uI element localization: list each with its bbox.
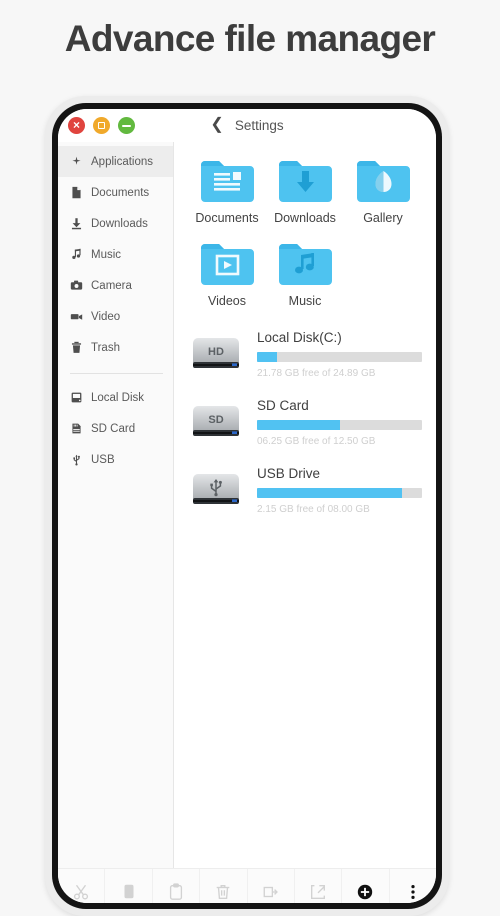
usb-drive-icon — [188, 469, 244, 513]
document-icon — [70, 186, 83, 199]
rename-button[interactable]: Rename — [248, 869, 295, 903]
drive-row[interactable]: HD Local Disk(C:) 21.78 GB free of 24.89… — [188, 330, 422, 379]
hard-disk-icon — [70, 391, 83, 404]
folder-grid: Documents Downloads Gallery Videos Music — [188, 158, 422, 308]
drive-name: Local Disk(C:) — [257, 330, 342, 345]
drive-name: USB Drive — [257, 466, 321, 481]
download-icon — [70, 217, 83, 230]
sidebar-divider — [70, 373, 163, 374]
folder-documents-icon — [199, 158, 256, 204]
more-dots-icon — [404, 882, 422, 902]
maximize-window-button[interactable] — [93, 117, 110, 134]
phone-screen: × ❮ Settings Applications Documents Down… — [58, 109, 436, 903]
main-content: Documents Downloads Gallery Videos Music… — [174, 142, 436, 868]
sidebar-item-label: Applications — [91, 155, 154, 168]
sd-drive-icon: SD — [188, 401, 244, 445]
paste-icon — [167, 882, 185, 902]
sidebar-item-video[interactable]: Video — [58, 301, 173, 332]
folder-label: Gallery — [363, 211, 403, 225]
folder-label: Music — [288, 294, 322, 308]
traffic-light-group: × — [68, 117, 135, 134]
drive-row[interactable]: USB Drive 2.15 GB free of 08.00 GB — [188, 466, 422, 515]
folder-music-icon — [277, 241, 334, 287]
drive-free-text: 06.25 GB free of 12.50 GB — [257, 436, 376, 447]
storage-progress-fill — [257, 488, 403, 498]
window-titlebar: × ❮ Settings — [58, 109, 436, 142]
folder-item-downloads[interactable]: Downloads — [266, 158, 344, 225]
sidebar-item-label: Video — [91, 310, 121, 323]
share-icon — [309, 882, 327, 902]
music-note-icon — [70, 248, 83, 261]
folder-label: Videos — [208, 294, 246, 308]
sidebar-item-label: Camera — [91, 279, 132, 292]
sidebar-item-sd-card[interactable]: SD Card — [58, 413, 173, 444]
folder-item-music[interactable]: Music — [266, 241, 344, 308]
camera-icon — [70, 279, 83, 292]
new-folder-button[interactable]: NewFolder — [342, 869, 390, 903]
drive-name: SD Card — [257, 398, 309, 413]
paste-button[interactable]: Paste — [153, 869, 201, 903]
drive-info: USB Drive 2.15 GB free of 08.00 GB — [257, 466, 422, 515]
chevron-left-icon[interactable]: ❮ — [210, 117, 223, 133]
folder-item-documents[interactable]: Documents — [188, 158, 266, 225]
folder-downloads-icon — [277, 158, 334, 204]
video-camera-icon — [70, 310, 83, 323]
copy-icon — [120, 882, 138, 902]
page-title: Advance file manager — [64, 18, 436, 59]
sidebar-item-label: Documents — [91, 186, 150, 199]
copy-button[interactable]: Copy — [105, 869, 153, 903]
sidebar-item-label: Music — [91, 248, 122, 261]
folder-gallery-icon — [355, 158, 412, 204]
trash-icon — [70, 341, 83, 354]
sidebar-item-applications[interactable]: Applications — [58, 146, 173, 177]
drive-info: SD Card 06.25 GB free of 12.50 GB — [257, 398, 422, 447]
storage-progress-bar — [257, 420, 422, 430]
sidebar-item-label: SD Card — [91, 422, 136, 435]
drive-info: Local Disk(C:) 21.78 GB free of 24.89 GB — [257, 330, 422, 379]
storage-progress-bar — [257, 488, 422, 498]
sidebar-item-label: Local Disk — [91, 391, 145, 404]
app-body: Applications Documents Downloads Music C… — [58, 142, 436, 868]
sidebar-item-trash[interactable]: Trash — [58, 332, 173, 363]
usb-icon — [70, 453, 83, 466]
sidebar-item-camera[interactable]: Camera — [58, 270, 173, 301]
applications-icon — [70, 155, 83, 168]
close-window-button[interactable]: × — [68, 117, 85, 134]
folder-label: Documents — [195, 211, 259, 225]
sidebar-item-label: Trash — [91, 341, 120, 354]
trash-icon — [214, 882, 232, 902]
folder-label: Downloads — [274, 211, 336, 225]
svg-text:HD: HD — [208, 346, 224, 358]
sidebar-item-label: USB — [91, 453, 115, 466]
drive-row[interactable]: SD SD Card 06.25 GB free of 12.50 GB — [188, 398, 422, 447]
storage-progress-fill — [257, 420, 340, 430]
hard-drive-icon: HD — [188, 333, 244, 377]
bottom-toolbar: Cut Copy Paste Delete — [58, 868, 436, 903]
window-title: Settings — [234, 118, 284, 133]
delete-button[interactable]: Delete — [200, 869, 248, 903]
storage-progress-bar — [257, 352, 422, 362]
drive-free-text: 21.78 GB free of 24.89 GB — [257, 368, 376, 379]
sidebar-item-label: Downloads — [91, 217, 148, 230]
storage-progress-fill — [257, 352, 277, 362]
folder-videos-icon — [199, 241, 256, 287]
folder-item-gallery[interactable]: Gallery — [344, 158, 422, 225]
sidebar-item-local-disk[interactable]: Local Disk — [58, 382, 173, 413]
sd-card-icon — [70, 422, 83, 435]
plus-circle-icon — [356, 882, 374, 902]
svg-text:SD: SD — [208, 414, 223, 426]
folder-item-videos[interactable]: Videos — [188, 241, 266, 308]
sidebar-item-downloads[interactable]: Downloads — [58, 208, 173, 239]
rename-icon — [262, 882, 280, 902]
minimize-window-button[interactable] — [118, 117, 135, 134]
scissors-icon — [72, 882, 90, 902]
drive-free-text: 2.15 GB free of 08.00 GB — [257, 504, 370, 515]
sidebar-item-usb[interactable]: USB — [58, 444, 173, 475]
sidebar: Applications Documents Downloads Music C… — [58, 142, 174, 868]
sidebar-item-documents[interactable]: Documents — [58, 177, 173, 208]
share-button[interactable]: Share — [295, 869, 343, 903]
sidebar-item-music[interactable]: Music — [58, 239, 173, 270]
